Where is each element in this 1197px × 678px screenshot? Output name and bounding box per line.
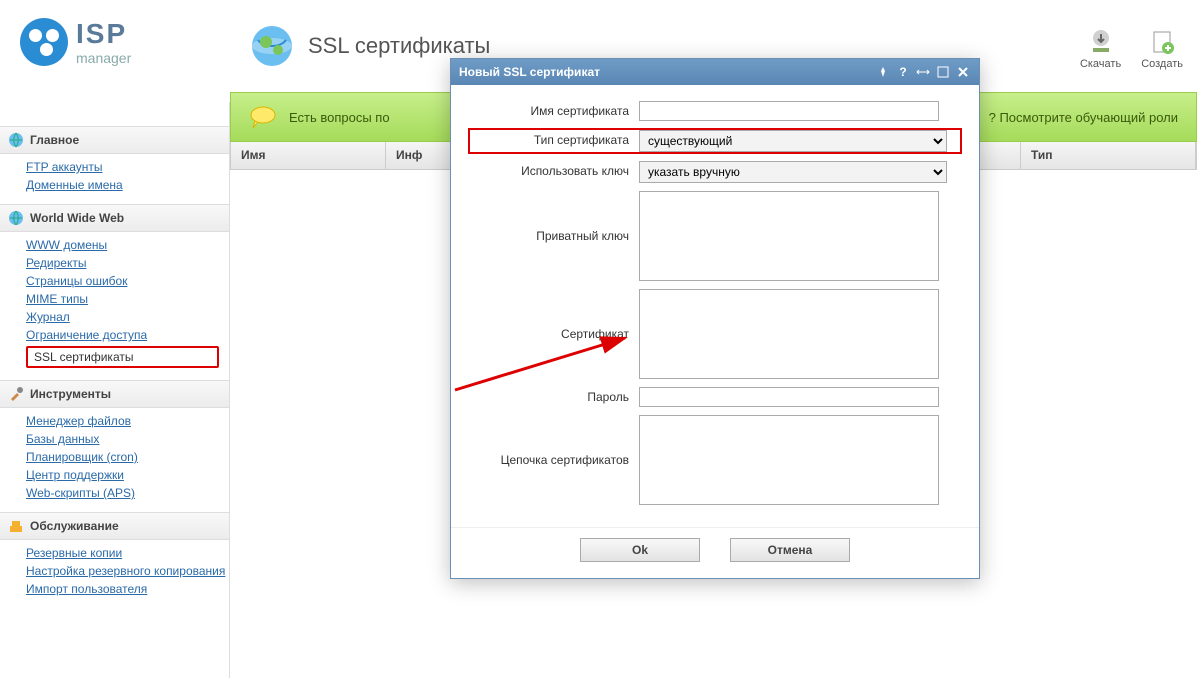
sidebar-item[interactable]: Импорт пользователя	[26, 580, 229, 598]
sidebar-item[interactable]: Ограничение доступа	[26, 326, 229, 344]
sidebar-item[interactable]: Web-скрипты (APS)	[26, 484, 229, 502]
password-input[interactable]	[639, 387, 939, 407]
download-button[interactable]: Скачать	[1080, 28, 1121, 70]
sidebar-link[interactable]: SSL сертификаты	[34, 350, 133, 364]
sidebar-group-1[interactable]: World Wide Web	[0, 204, 229, 232]
dialog-new-ssl: Новый SSL сертификат ? Имя сертификата Т…	[450, 58, 980, 579]
key-use-select[interactable]: указать вручную	[639, 161, 947, 183]
sidebar-link[interactable]: Доменные имена	[26, 178, 123, 192]
globe-icon	[248, 22, 296, 70]
bubble-icon	[249, 105, 277, 129]
logo-badge-icon	[20, 18, 68, 66]
tools-icon	[8, 386, 24, 402]
expand-horizontal-icon[interactable]	[915, 64, 931, 80]
globe-icon	[8, 132, 24, 148]
sidebar-item[interactable]: Планировщик (cron)	[26, 448, 229, 466]
sidebar-link[interactable]: Базы данных	[26, 432, 99, 446]
private-key-textarea[interactable]	[639, 191, 939, 281]
help-icon[interactable]: ?	[895, 64, 911, 80]
ok-button[interactable]: Ok	[580, 538, 700, 562]
sidebar-link[interactable]: Центр поддержки	[26, 468, 124, 482]
globe-icon	[8, 210, 24, 226]
sidebar-item[interactable]: FTP аккаунты	[26, 158, 229, 176]
row-certificate: Сертификат	[469, 289, 961, 379]
sidebar-item[interactable]: Настройка резервного копирования	[26, 562, 229, 580]
row-password: Пароль	[469, 387, 961, 407]
cert-name-input[interactable]	[639, 101, 939, 121]
sidebar-link[interactable]: Журнал	[26, 310, 70, 324]
sidebar-group-0[interactable]: Главное	[0, 126, 229, 154]
close-icon[interactable]	[955, 64, 971, 80]
sidebar-link[interactable]: Страницы ошибок	[26, 274, 127, 288]
create-icon	[1148, 28, 1176, 56]
sidebar: Главное FTP аккаунты Доменные имена World W…	[0, 102, 230, 678]
col-type[interactable]: Тип	[1021, 142, 1196, 169]
sidebar-link[interactable]: Планировщик (cron)	[26, 450, 138, 464]
download-icon	[1087, 28, 1115, 56]
row-private-key: Приватный ключ	[469, 191, 961, 281]
maintenance-icon	[8, 518, 24, 534]
sidebar-item[interactable]: Страницы ошибок	[26, 272, 229, 290]
chain-textarea[interactable]	[639, 415, 939, 505]
create-button[interactable]: Создать	[1141, 28, 1183, 70]
cert-type-select[interactable]: существующий	[639, 130, 947, 152]
sidebar-item[interactable]: Журнал	[26, 308, 229, 326]
sidebar-link[interactable]: FTP аккаунты	[26, 160, 103, 174]
dialog-titlebar[interactable]: Новый SSL сертификат ?	[451, 59, 979, 85]
sidebar-item[interactable]: Менеджер файлов	[26, 412, 229, 430]
sidebar-link[interactable]: WWW домены	[26, 238, 107, 252]
cancel-button[interactable]: Отмена	[730, 538, 850, 562]
sidebar-item[interactable]: WWW домены	[26, 236, 229, 254]
sidebar-link[interactable]: Редиректы	[26, 256, 86, 270]
sidebar-group-3[interactable]: Обслуживание	[0, 512, 229, 540]
sidebar-item[interactable]: Центр поддержки	[26, 466, 229, 484]
pin-icon[interactable]	[875, 64, 891, 80]
sidebar-item[interactable]: Базы данных	[26, 430, 229, 448]
row-cert-type: Тип сертификата существующий	[469, 129, 961, 153]
sidebar-link[interactable]: Импорт пользователя	[26, 582, 147, 596]
sidebar-item[interactable]: SSL сертификаты	[26, 346, 219, 368]
col-name[interactable]: Имя	[231, 142, 386, 169]
sidebar-link[interactable]: Резервные копии	[26, 546, 122, 560]
maximize-icon[interactable]	[935, 64, 951, 80]
row-key-use: Использовать ключ указать вручную	[469, 161, 961, 183]
logo: ISP manager	[20, 18, 131, 66]
sidebar-link[interactable]: Web-скрипты (APS)	[26, 486, 135, 500]
sidebar-link[interactable]: MIME типы	[26, 292, 88, 306]
row-chain: Цепочка сертификатов	[469, 415, 961, 505]
sidebar-link[interactable]: Менеджер файлов	[26, 414, 131, 428]
sidebar-link[interactable]: Настройка резервного копирования	[26, 564, 225, 578]
page-title: SSL сертификаты	[308, 33, 490, 59]
row-cert-name: Имя сертификата	[469, 101, 961, 121]
dialog-title-text: Новый SSL сертификат	[459, 65, 600, 79]
sidebar-link[interactable]: Ограничение доступа	[26, 328, 147, 342]
sidebar-item[interactable]: Резервные копии	[26, 544, 229, 562]
sidebar-group-2[interactable]: Инструменты	[0, 380, 229, 408]
certificate-textarea[interactable]	[639, 289, 939, 379]
sidebar-item[interactable]: MIME типы	[26, 290, 229, 308]
sidebar-item[interactable]: Доменные имена	[26, 176, 229, 194]
sidebar-item[interactable]: Редиректы	[26, 254, 229, 272]
